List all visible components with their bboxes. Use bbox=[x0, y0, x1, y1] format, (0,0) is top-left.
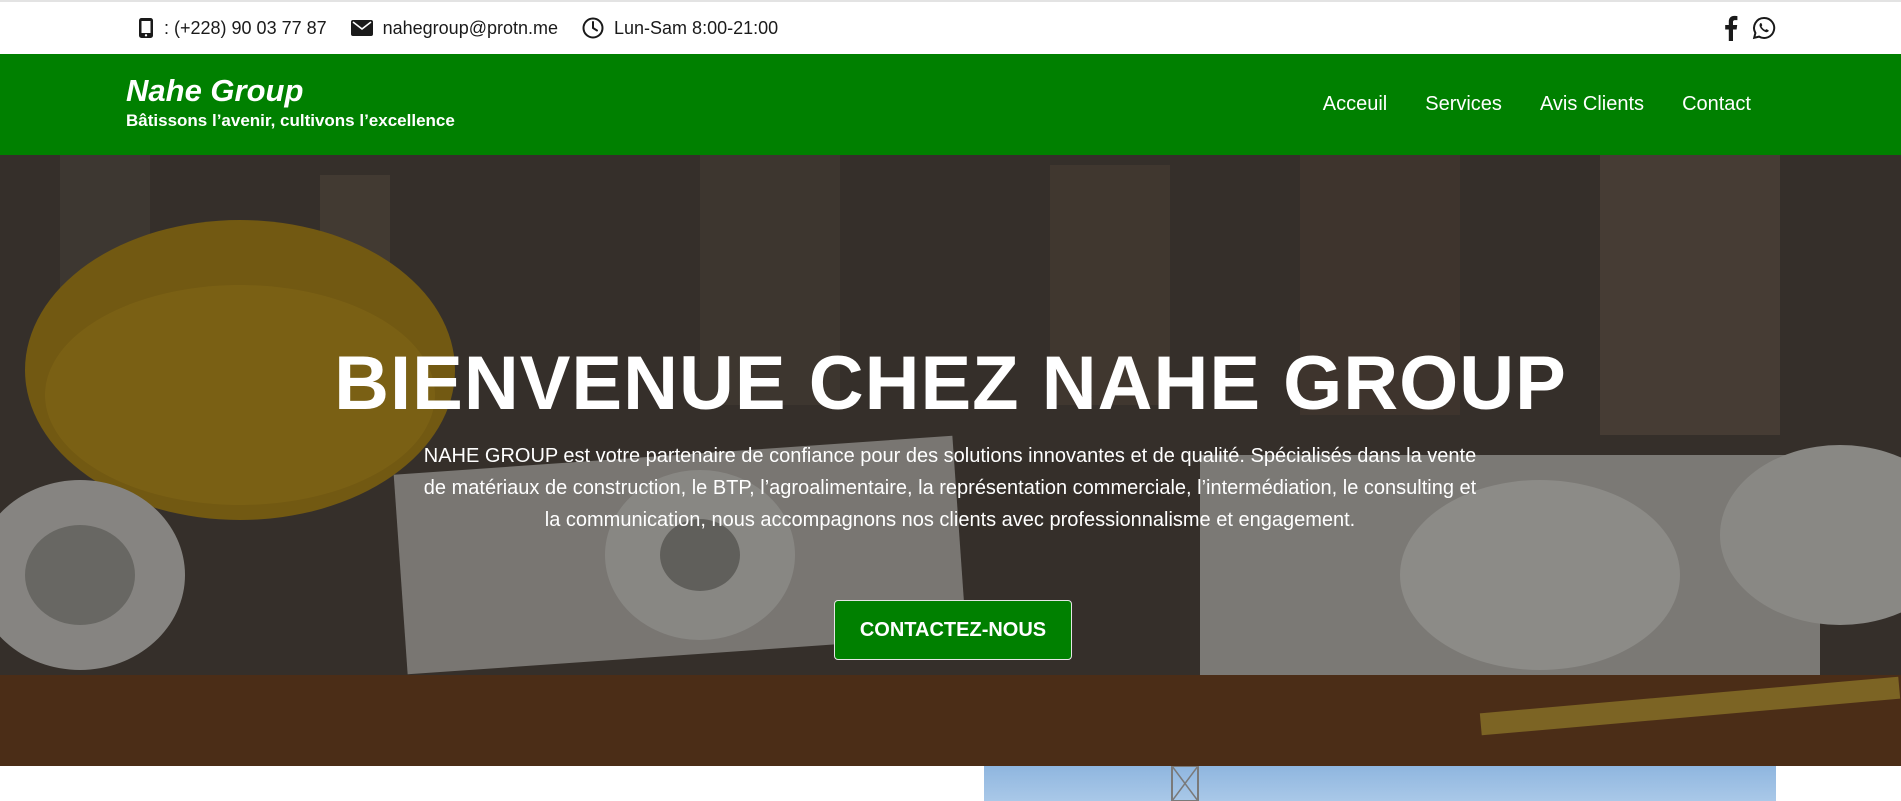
top-contact-bar: : (+228) 90 03 77 87 nahegroup@protn.me … bbox=[0, 0, 1901, 54]
phone-icon bbox=[139, 18, 153, 38]
whatsapp-icon[interactable] bbox=[1752, 16, 1776, 40]
brand-name: Nahe Group bbox=[126, 73, 304, 108]
email-address[interactable]: nahegroup@protn.me bbox=[383, 18, 558, 39]
nav-menu: Acceuil Services Avis Clients Contact bbox=[1285, 54, 1751, 155]
brand[interactable]: Nahe Group Bâtissons l’avenir, cultivons… bbox=[126, 74, 455, 132]
facebook-icon[interactable] bbox=[1724, 15, 1738, 41]
hero-section: BIENVENUE CHEZ NAHE GROUP NAHE GROUP est… bbox=[0, 155, 1901, 766]
social-links bbox=[1724, 2, 1776, 54]
hero-title: BIENVENUE CHEZ NAHE GROUP bbox=[334, 341, 1567, 426]
clock-icon bbox=[582, 17, 604, 39]
phone-item: : (+228) 90 03 77 87 bbox=[138, 17, 327, 39]
main-navbar: Nahe Group Bâtissons l’avenir, cultivons… bbox=[0, 54, 1901, 155]
crane-image bbox=[1171, 766, 1199, 801]
phone-number: : (+228) 90 03 77 87 bbox=[164, 17, 327, 38]
email-item: nahegroup@protn.me bbox=[350, 18, 558, 39]
nav-item-services[interactable]: Services bbox=[1425, 93, 1502, 116]
contact-info: : (+228) 90 03 77 87 nahegroup@protn.me … bbox=[138, 2, 802, 54]
nav-item-acceuil[interactable]: Acceuil bbox=[1323, 93, 1387, 116]
envelope-icon bbox=[350, 20, 373, 36]
section-image-preview bbox=[984, 766, 1776, 801]
nav-item-avis-clients[interactable]: Avis Clients bbox=[1540, 93, 1644, 116]
brand-tagline: Bâtissons l’avenir, cultivons l’excellen… bbox=[126, 111, 455, 130]
contact-us-button[interactable]: CONTACTEZ-NOUS bbox=[834, 600, 1072, 660]
nav-item-contact[interactable]: Contact bbox=[1682, 93, 1751, 116]
hero-description: NAHE GROUP est votre partenaire de confi… bbox=[423, 445, 1477, 531]
opening-hours: Lun-Sam 8:00-21:00 bbox=[614, 17, 779, 38]
hours-item: Lun-Sam 8:00-21:00 bbox=[582, 17, 778, 39]
